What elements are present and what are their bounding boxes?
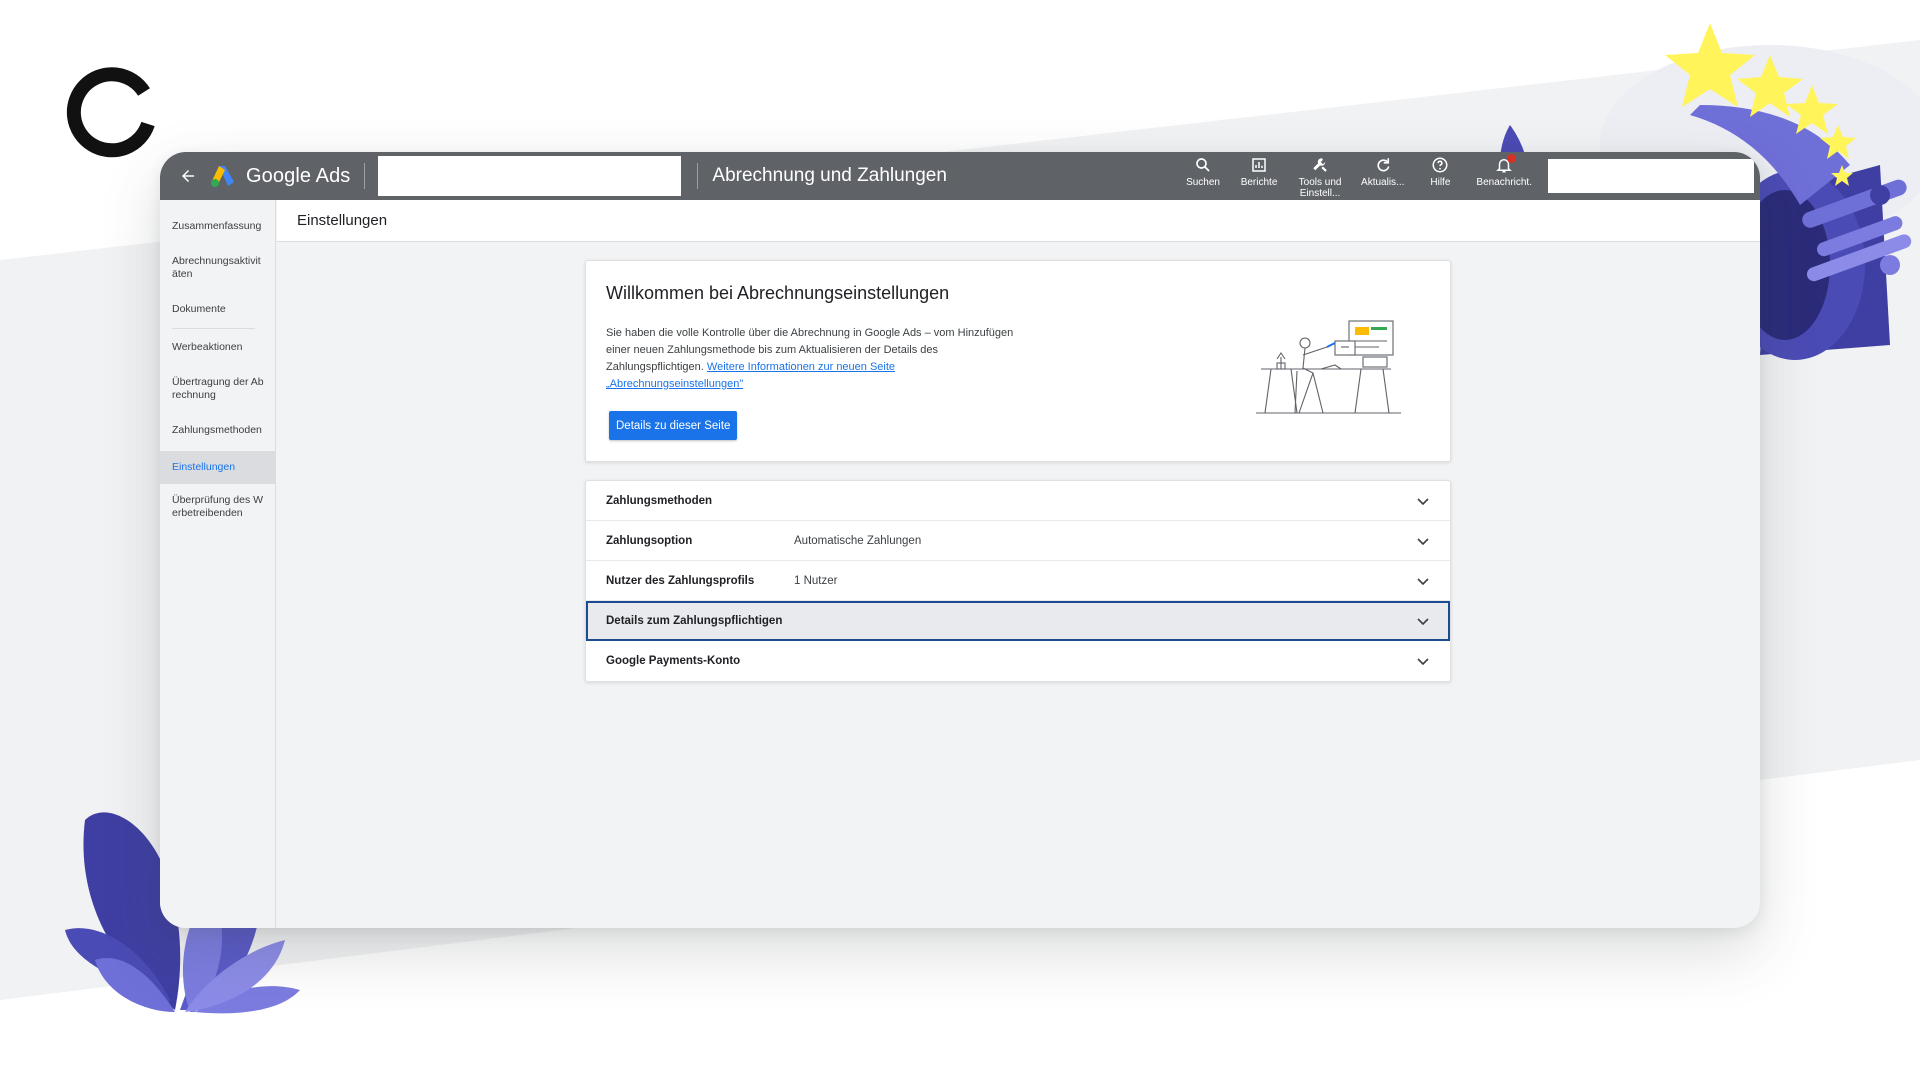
- help-label: Hilfe: [1430, 177, 1451, 188]
- help-button[interactable]: Hilfe: [1412, 154, 1468, 188]
- section-value: 1 Nutzer: [794, 574, 838, 587]
- notifications-label: Benachricht.: [1476, 177, 1532, 188]
- section-zahlungsmethoden[interactable]: Zahlungsmethoden: [586, 481, 1450, 521]
- sidebar: Zusammenfassung Abrechnungsaktivitäten D…: [160, 200, 276, 928]
- chevron-down-icon: [1417, 658, 1429, 666]
- brand[interactable]: Google Ads: [210, 163, 366, 189]
- toolbar: Suchen Berichte Tools und Einstell... Ak…: [1175, 152, 1760, 200]
- app-window: Google Ads Abrechnung und Zahlungen Such…: [160, 152, 1760, 928]
- welcome-card: Willkommen bei Abrechnungseinstellungen …: [585, 260, 1451, 462]
- reports-label: Berichte: [1240, 177, 1278, 188]
- help-icon: [1432, 157, 1448, 173]
- search-label: Suchen: [1186, 177, 1220, 188]
- tools-settings-label: Tools und Einstell...: [1298, 177, 1342, 199]
- sidebar-item-abrechnungsaktivitaeten[interactable]: Abrechnungsaktivitäten: [160, 247, 275, 289]
- wrench-icon: [1313, 158, 1327, 172]
- page-title: Abrechnung und Zahlungen: [697, 163, 947, 189]
- chevron-down-icon: [1417, 618, 1429, 626]
- breadcrumb-current: Einstellungen: [297, 212, 388, 229]
- account-selector[interactable]: [378, 156, 682, 196]
- section-details-zahlungspflichtiger[interactable]: Details zum Zahlungspflichtigen: [586, 601, 1450, 641]
- refresh-label: Aktualis...: [1361, 177, 1405, 188]
- notifications-button[interactable]: Benachricht.: [1468, 154, 1540, 188]
- arrow-left-icon: [182, 170, 194, 182]
- top-bar: Google Ads Abrechnung und Zahlungen Such…: [160, 152, 1760, 200]
- refresh-button[interactable]: Aktualis...: [1353, 154, 1412, 188]
- tools-settings-button[interactable]: Tools und Einstell...: [1287, 154, 1353, 199]
- chevron-down-icon: [1417, 578, 1429, 586]
- sidebar-item-ueberpruefung[interactable]: Überprüfung des Werbetreibenden: [160, 486, 275, 528]
- sidebar-item-werbeaktionen[interactable]: Werbeaktionen: [160, 333, 275, 362]
- section-google-payments-konto[interactable]: Google Payments-Konto: [586, 641, 1450, 681]
- google-ads-logo-icon: [211, 166, 234, 187]
- notification-badge: [1507, 154, 1516, 163]
- reports-icon: [1252, 158, 1266, 172]
- chevron-down-icon: [1417, 498, 1429, 506]
- search-button[interactable]: Suchen: [1175, 154, 1231, 188]
- settings-sections: Zahlungsmethoden Zahlungsoption Automati…: [585, 480, 1451, 682]
- desk-illustration-icon: [1256, 320, 1401, 414]
- breadcrumb: Einstellungen: [277, 200, 1760, 242]
- welcome-title: Willkommen bei Abrechnungseinstellungen: [606, 283, 950, 303]
- brand-name: Google Ads: [246, 164, 351, 187]
- page-details-button[interactable]: Details zu dieser Seite: [609, 411, 738, 440]
- profile-box[interactable]: [1548, 159, 1754, 193]
- section-label: Zahlungsoption: [606, 534, 693, 547]
- sidebar-item-uebertragung[interactable]: Übertragung der Abrechnung: [160, 368, 275, 410]
- welcome-text: Sie haben die volle Kontrolle über die A…: [606, 325, 1026, 393]
- sidebar-divider: [172, 328, 255, 329]
- sidebar-item-zahlungsmethoden[interactable]: Zahlungsmethoden: [160, 416, 275, 445]
- refresh-icon: [1377, 158, 1390, 172]
- chevron-down-icon: [1417, 538, 1429, 546]
- section-nutzer-zahlungsprofil[interactable]: Nutzer des Zahlungsprofils 1 Nutzer: [586, 561, 1450, 601]
- sidebar-item-zusammenfassung[interactable]: Zusammenfassung: [160, 212, 275, 241]
- brand-logo-icon: [66, 67, 155, 158]
- section-zahlungsoption[interactable]: Zahlungsoption Automatische Zahlungen: [586, 521, 1450, 561]
- section-label: Zahlungsmethoden: [606, 494, 713, 507]
- section-label: Details zum Zahlungspflichtigen: [606, 614, 783, 627]
- section-label: Google Payments-Konto: [606, 655, 741, 667]
- section-value: Automatische Zahlungen: [794, 534, 922, 547]
- search-icon: [1196, 158, 1210, 172]
- reports-button[interactable]: Berichte: [1231, 154, 1287, 188]
- section-label: Nutzer des Zahlungsprofils: [606, 574, 755, 587]
- sidebar-item-einstellungen[interactable]: Einstellungen: [160, 451, 275, 484]
- sidebar-item-dokumente[interactable]: Dokumente: [160, 295, 275, 324]
- back-button[interactable]: [166, 152, 210, 200]
